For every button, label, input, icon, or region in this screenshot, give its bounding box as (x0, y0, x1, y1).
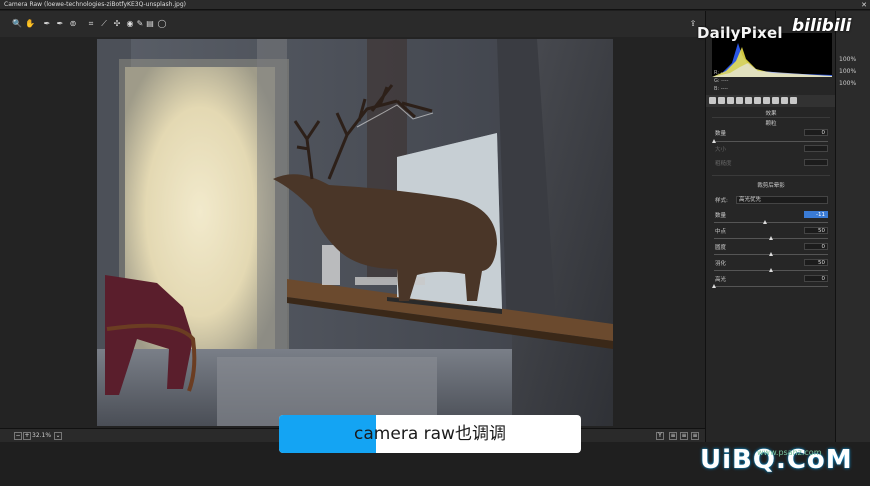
vignette-row-label: 数量 (715, 213, 727, 219)
view-toggle-button-2[interactable]: ≡ (680, 432, 688, 440)
vignette-row-label: 高光 (715, 277, 727, 283)
straighten-tool-icon[interactable]: ⟋ (99, 19, 109, 29)
histogram-b-label: B: (714, 86, 720, 92)
window-titlebar: Camera Raw (loewe-technologies-ziBotfyKE… (0, 0, 870, 10)
vignette-row-slider-thumb[interactable] (762, 220, 767, 224)
color-sampler-tool-icon[interactable]: ✒ (55, 19, 65, 29)
tab-basic-icon[interactable] (709, 97, 716, 104)
grain-amount-label: 数量 (715, 131, 727, 137)
tab-split-toning-icon[interactable] (745, 97, 752, 104)
panel-tabs (706, 95, 836, 107)
divider (712, 117, 830, 118)
window-title: Camera Raw (loewe-technologies-ziBotfyKE… (4, 1, 186, 8)
zoom-pct-b: 100% (839, 68, 857, 75)
vignette-row-slider-thumb[interactable] (768, 252, 773, 256)
vignette-row-value[interactable]: 0 (804, 275, 828, 282)
caption-text: camera raw也调调 (354, 424, 506, 444)
vignette-section-title: 裁剪后晕影 (757, 183, 785, 189)
zoom-pct-c: 100% (839, 80, 857, 87)
histogram-r-value: ---- (720, 70, 728, 76)
divider (712, 175, 830, 176)
preview-image-drawing (97, 39, 613, 426)
vignette-row-slider-thumb[interactable] (768, 236, 773, 240)
vignette-row-slider[interactable] (714, 236, 828, 240)
vignette-style-label: 样式: (715, 198, 728, 204)
histogram-r-label: R: (714, 70, 720, 76)
vignette-row-slider[interactable] (714, 268, 828, 272)
tab-effects-icon[interactable] (763, 97, 770, 104)
tab-hsl-icon[interactable] (736, 97, 743, 104)
graduated-filter-icon[interactable]: ▤ (145, 19, 155, 29)
grain-size-label: 大小 (715, 147, 727, 153)
vignette-style-select[interactable]: 高光优先 (736, 196, 828, 204)
vignette-row-slider[interactable] (714, 220, 828, 224)
vignette-row-slider[interactable] (714, 252, 828, 256)
preview-image (97, 39, 613, 426)
tab-snapshots-icon[interactable] (790, 97, 797, 104)
dock-panel: 100% 100% 100% (835, 11, 870, 442)
grain-amount-value[interactable]: 0 (804, 129, 828, 136)
grain-roughness-label: 粗糙度 (715, 161, 732, 167)
tool-bar: 🔍 ✋ ✒ ✒ ⊚ ⌗ ⟋ ✣ ◉ ✎ ▤ ◯ ⇪ (0, 11, 705, 37)
vignette-row-label: 羽化 (715, 261, 727, 267)
grain-amount-slider-thumb[interactable] (711, 139, 716, 143)
subtitle-caption: camera raw也调调 (279, 415, 581, 453)
vignette-row-value[interactable]: -11 (804, 211, 828, 218)
radial-filter-icon[interactable]: ◯ (157, 19, 167, 29)
effects-panel-title: 效果 (765, 111, 777, 117)
dailypixel-watermark: DailyPixel (697, 24, 783, 42)
grain-section-title: 颗粒 (765, 121, 777, 127)
tab-lens-icon[interactable] (754, 97, 761, 104)
hand-tool-icon[interactable]: ✋ (25, 19, 35, 29)
view-toggle-button-3[interactable]: ≡ (691, 432, 699, 440)
adjustment-panel: R: ---- G: ---- B: ---- 效果 颗粒 数量 0 大小 粗糙… (705, 11, 836, 442)
view-toggle-button-1[interactable]: ≡ (669, 432, 677, 440)
red-eye-tool-icon[interactable]: ◉ (125, 19, 135, 29)
tab-presets-icon[interactable] (781, 97, 788, 104)
zoom-dropdown-icon[interactable]: ⌄ (54, 432, 62, 440)
tab-detail-icon[interactable] (727, 97, 734, 104)
zoom-pct-a: 100% (839, 56, 857, 63)
white-balance-tool-icon[interactable]: ✒ (42, 19, 52, 29)
zoom-tool-icon[interactable]: 🔍 (12, 19, 22, 29)
histogram-b-value: ---- (720, 86, 728, 92)
vignette-row-slider-thumb[interactable] (768, 268, 773, 272)
histogram-g-label: G: (714, 78, 720, 84)
tab-calibration-icon[interactable] (772, 97, 779, 104)
spot-removal-tool-icon[interactable]: ✣ (112, 19, 122, 29)
bilibili-logo: bilibili (792, 16, 852, 36)
grain-roughness-value (804, 159, 828, 166)
adjustment-brush-icon[interactable]: ✎ (135, 19, 145, 29)
grain-amount-slider[interactable] (711, 139, 828, 143)
zoom-in-button[interactable]: + (23, 432, 31, 440)
tab-tone-curve-icon[interactable] (718, 97, 725, 104)
zoom-level[interactable]: 32.1% (32, 431, 51, 441)
histogram-g-value: ---- (721, 78, 729, 84)
vignette-row-label: 圆度 (715, 245, 727, 251)
vignette-row-value[interactable]: 50 (804, 259, 828, 266)
vignette-row-slider-thumb[interactable] (711, 284, 716, 288)
before-after-y-button[interactable]: Y (656, 432, 664, 440)
vignette-row-slider[interactable] (711, 284, 828, 288)
grain-size-value (804, 145, 828, 152)
close-icon[interactable]: ✕ (861, 0, 867, 10)
zoom-out-button[interactable]: − (14, 432, 22, 440)
vignette-row-label: 中点 (715, 229, 727, 235)
vignette-row-value[interactable]: 0 (804, 243, 828, 250)
crop-tool-icon[interactable]: ⌗ (86, 19, 96, 29)
vignette-row-value[interactable]: 50 (804, 227, 828, 234)
uibq-sub-watermark: www.psahz.com (757, 448, 822, 457)
targeted-adjustment-tool-icon[interactable]: ⊚ (68, 19, 78, 29)
